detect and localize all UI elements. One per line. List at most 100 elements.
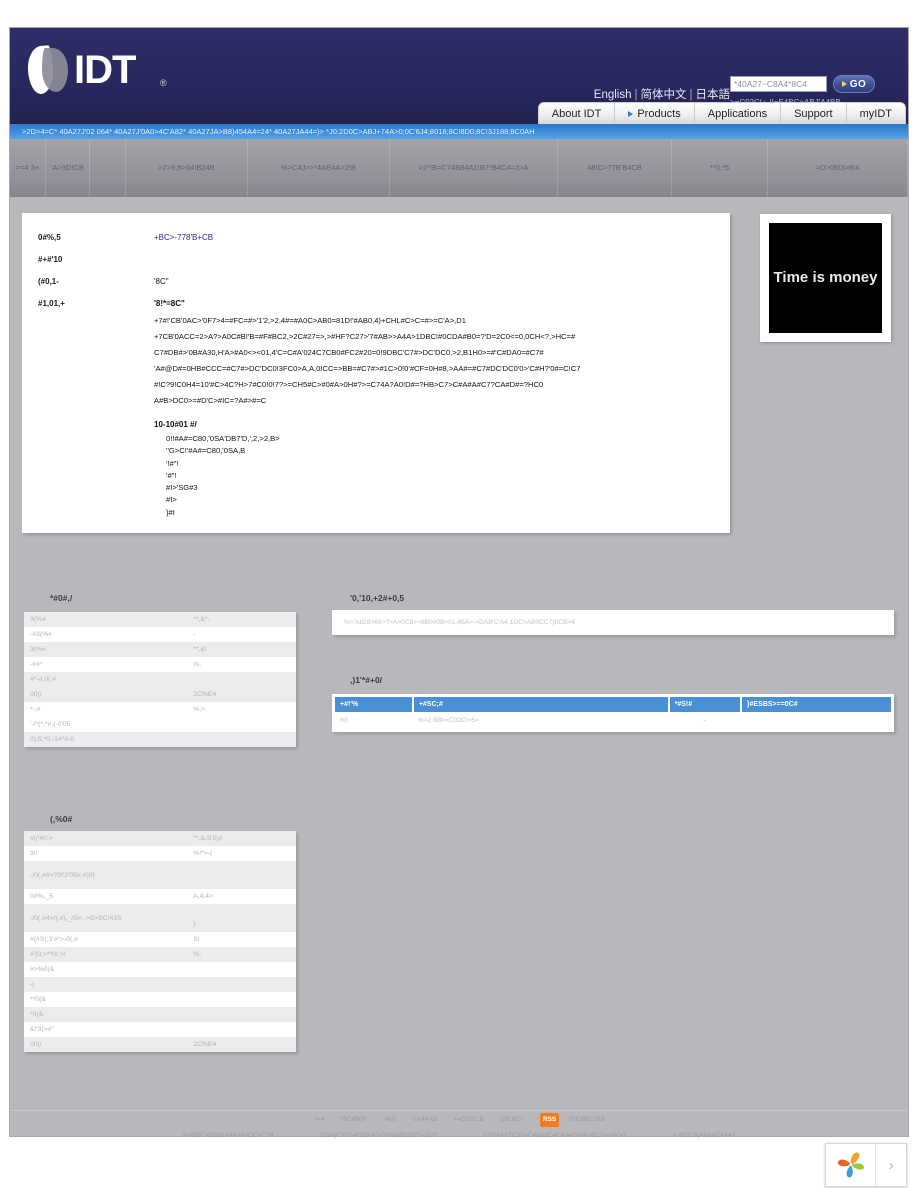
search-input[interactable] xyxy=(730,76,827,92)
product-field-value-1 xyxy=(154,255,714,264)
ad-banner[interactable]: Time is money xyxy=(760,214,891,342)
description-line-4: #!C?9!C0H4=10'#C>4C?H>7#C0!0!7?>=CH5#C>#… xyxy=(154,380,544,389)
table-row[interactable]: %! %>2 B8>=C02C!=5> - xyxy=(335,712,891,729)
footer-link-0[interactable]: >=4 xyxy=(313,1114,324,1127)
subnav-item-6[interactable]: 48!C>?7B'B4CB xyxy=(558,139,672,197)
feature-item-1: ''G>C!'#A#=C80,'0SA,B xyxy=(166,446,246,456)
doc-col-header-1[interactable]: +#SC;# xyxy=(412,697,670,712)
ordering-table: #(/'4!/;> **,&,S'0)# 3!/ %!*>-( -/0(,##>… xyxy=(24,831,296,1052)
table-row: #'(0,>**0/,>/ %; xyxy=(24,947,296,962)
nav-tab-products[interactable]: Products xyxy=(615,103,695,124)
spec-value-6: %;> xyxy=(193,706,206,713)
ordering-value-0: **,&,S'0)# xyxy=(187,831,296,846)
idt-logo[interactable]: IDT ® xyxy=(26,42,176,100)
ordering-value-10 xyxy=(187,1007,296,1022)
idt-logo-mark xyxy=(26,45,70,95)
spec-value-8 xyxy=(187,732,296,747)
subnav-item-3[interactable]: >2>8;8>64!B24B xyxy=(126,139,248,197)
secondary-nav: >=4 3+ 'A>3D!CB >2>8;8>64!B24B %>C4J>>*4… xyxy=(10,139,908,197)
play-triangle-icon xyxy=(841,81,847,87)
nav-tab-applications-label: Applications xyxy=(707,107,768,120)
description-line-1: +7CB'0ACC=2>A?>A0C#B!'B=#F#BC2,>2C#27=>,… xyxy=(154,332,576,341)
footer-link-1[interactable]: *8C4B0? xyxy=(340,1114,366,1127)
spec-key-4: #*-#,0(,# xyxy=(24,672,188,687)
pinwheel-leaf-icon xyxy=(837,1152,864,1178)
doc-col-header-2[interactable]: *#S!# xyxy=(668,697,742,712)
table-row: 3(%# **,&! xyxy=(24,642,296,657)
floating-widget[interactable]: › xyxy=(825,1143,907,1187)
spec-key-3: -##* xyxy=(30,661,43,668)
ordering-key-4: -/0(,#4>/(,#),_/S#,->S>SC!43S xyxy=(24,904,188,932)
footer-sep-4: | xyxy=(490,1115,493,1123)
rss-suffix-text: 70C8BC78B xyxy=(568,1115,605,1123)
rss-badge[interactable]: RSS xyxy=(539,1113,560,1128)
doc-col-header-3[interactable]: }#ESBS>==0C# xyxy=(740,697,891,712)
features-list: 0!!#A#=C80,'0SA'DB7'D,',2,>2,B> ''G>C!'#… xyxy=(166,433,714,519)
site-footer: >=4 | *8C4B0? | -460; | 0A44AB | >=C02C,… xyxy=(10,1113,908,1173)
spec-value-4 xyxy=(187,672,296,687)
language-link-english[interactable]: English xyxy=(594,89,632,101)
site-masthead: IDT ® English|简体中文|日本語 GO >=C02C!+-I!=E4… xyxy=(10,28,908,124)
footer-divider xyxy=(10,1110,908,1111)
footer-sep-0: | xyxy=(331,1115,334,1123)
footer-links: >=4 | *8C4B0? | -460; | 0A44AB | >=C02C,… xyxy=(10,1113,908,1128)
product-field-value-0[interactable]: +BC>-778'B+CB xyxy=(154,233,714,242)
ordering-value-2 xyxy=(187,861,296,889)
search-go-button[interactable]: GO xyxy=(833,75,875,93)
subnav-item-2[interactable] xyxy=(90,139,126,197)
footer-legal-2: >?8!AA67C3!!>C46A0C4C4342#24>427>>>6!>2 xyxy=(482,1132,627,1140)
spec-key-8: 0),5,*0,-1#*#-0 xyxy=(24,732,188,747)
nav-tab-applications[interactable]: Applications xyxy=(695,103,782,124)
ordering-key-9: **0(& xyxy=(30,996,46,1003)
footer-sep-3: | xyxy=(444,1115,446,1123)
nav-tab-support[interactable]: Support xyxy=(781,103,847,124)
table-row: -##* %; xyxy=(24,657,296,672)
footer-link-4[interactable]: >=C02C,B xyxy=(453,1114,484,1127)
breadcrumb[interactable]: >2D>4=C* 40A27J'02 064* 40A27J'0A0>4C'A8… xyxy=(10,124,908,139)
spec-value-1: - xyxy=(193,631,196,638)
subnav-item-4[interactable]: %>C4J>>*4AE4A>2!B xyxy=(248,139,390,197)
ordering-key-11: &!'3(>#'' xyxy=(30,1026,55,1033)
ordering-value-8 xyxy=(187,977,296,992)
spec-key-5: 00(/ xyxy=(24,687,188,702)
nav-tab-myidt[interactable]: myIDT xyxy=(847,103,905,124)
product-detail-panel: 0#%,5 +BC>-778'B+CB #+#'10 (#0,1- '8C" #… xyxy=(22,213,730,533)
widget-logo-cell[interactable] xyxy=(826,1144,876,1186)
description-line-5: A#B>DC0>=#D'C>#IC=?A#>#=C xyxy=(154,396,267,405)
ordering-key-12: 00(/ xyxy=(24,1037,188,1052)
table-row: 3!/ %!*>-( xyxy=(24,846,296,861)
subnav-item-0[interactable]: >=4 3+ xyxy=(10,139,46,197)
subnav-item-8[interactable]: >D>08!3>8!4 xyxy=(768,139,908,197)
spec-key-6: *-;# xyxy=(30,706,41,713)
ordering-key-7: #>%0(& xyxy=(30,966,55,973)
ordering-key-2: -/0(,##>?0!'2'05#,#)0) xyxy=(24,861,188,889)
widget-expand-button[interactable]: › xyxy=(876,1144,906,1186)
subnav-item-7[interactable]: **0,*5 xyxy=(672,139,768,197)
ordering-key-3: 0#%,_5 xyxy=(30,893,54,900)
footer-link-2[interactable]: -460; xyxy=(382,1114,397,1127)
table-row: '-/*(*,*#,(-0'05 xyxy=(24,717,296,732)
doc-cell-0-1: %>2 B8>=C02C!=5> xyxy=(417,717,479,724)
footer-link-5[interactable]: (D0,8C! xyxy=(499,1114,522,1127)
language-link-simplified-chinese[interactable]: 简体中文 xyxy=(641,89,687,101)
nav-tab-myidt-label: myIDT xyxy=(859,107,892,120)
footer-link-3[interactable]: 0A44AB xyxy=(413,1114,437,1127)
subnav-item-1[interactable]: 'A>3D!CB xyxy=(46,139,90,197)
specifications-heading: *#0#,/ xyxy=(50,593,73,603)
table-row: #>%0(& xyxy=(24,962,296,977)
doc-col-header-0[interactable]: +#!'% xyxy=(335,697,414,712)
ordering-key-0: #(/'4!/;> xyxy=(24,831,188,846)
ordering-value-12: 2C%E4 xyxy=(187,1037,296,1052)
product-field-label-1: #+#'10 xyxy=(38,255,63,264)
documentation-search-field[interactable]: %>'A828>68>?>A>0C8>>8B0#0B>01,45A>->DA8!… xyxy=(332,610,894,635)
ordering-value-4: ) xyxy=(187,904,296,932)
language-link-japanese[interactable]: 日本語 xyxy=(696,89,731,101)
language-separator-1: | xyxy=(634,89,638,101)
ad-banner-text: Time is money xyxy=(769,223,882,333)
product-field-row-2: (#0,1- '8C" xyxy=(38,277,714,286)
nav-tab-about-idt[interactable]: About IDT xyxy=(539,103,616,124)
table-header-row: +#!'% +#SC;# *#S!# }#ESBS>==0C# xyxy=(335,697,891,712)
ordering-key-6: #'(0,>**0/,>/ xyxy=(24,947,188,962)
footer-legal-0: %4B8E>DA06A44>4>CC>C74 xyxy=(182,1132,274,1140)
subnav-item-5[interactable]: >2*!B=C74B84A1!B7*B4C4=3>A xyxy=(390,139,558,197)
